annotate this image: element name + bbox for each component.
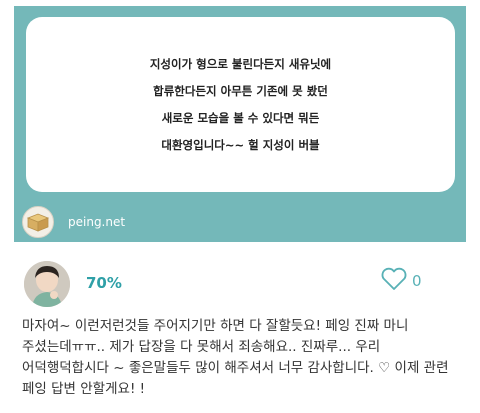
peing-box-icon — [22, 206, 54, 238]
question-card: 지성이가 형으로 불린다든지 새유닛에 합류한다든지 아무튼 기존에 못 봤던 … — [14, 6, 466, 242]
like-button[interactable]: 0 — [380, 267, 422, 295]
brand-name: peing.net — [68, 215, 126, 229]
heart-outline-icon — [380, 267, 408, 295]
like-count: 0 — [412, 272, 422, 290]
answer-text: 마자여~ 이런저런것들 주어지기만 하면 다 잘할듯요! 페잉 진짜 마니 주셨… — [22, 318, 449, 397]
percent-label: 70% — [86, 274, 122, 292]
brand[interactable]: peing.net — [22, 206, 125, 238]
answer-header: 70% 0 — [0, 255, 480, 313]
question-line: 지성이가 형으로 불린다든지 새유닛에 — [149, 56, 332, 71]
question-line: 합류한다든지 아무튼 기존에 못 봤던 — [153, 83, 328, 98]
question-line: 대환영입니다~~ 헐 지성이 버블 — [161, 137, 320, 152]
question-box: 지성이가 형으로 불린다든지 새유닛에 합류한다든지 아무튼 기존에 못 봤던 … — [26, 17, 455, 192]
divider — [0, 242, 480, 250]
question-line: 새로운 모습을 볼 수 있다면 뭐든 — [161, 110, 320, 125]
avatar[interactable] — [24, 261, 70, 307]
